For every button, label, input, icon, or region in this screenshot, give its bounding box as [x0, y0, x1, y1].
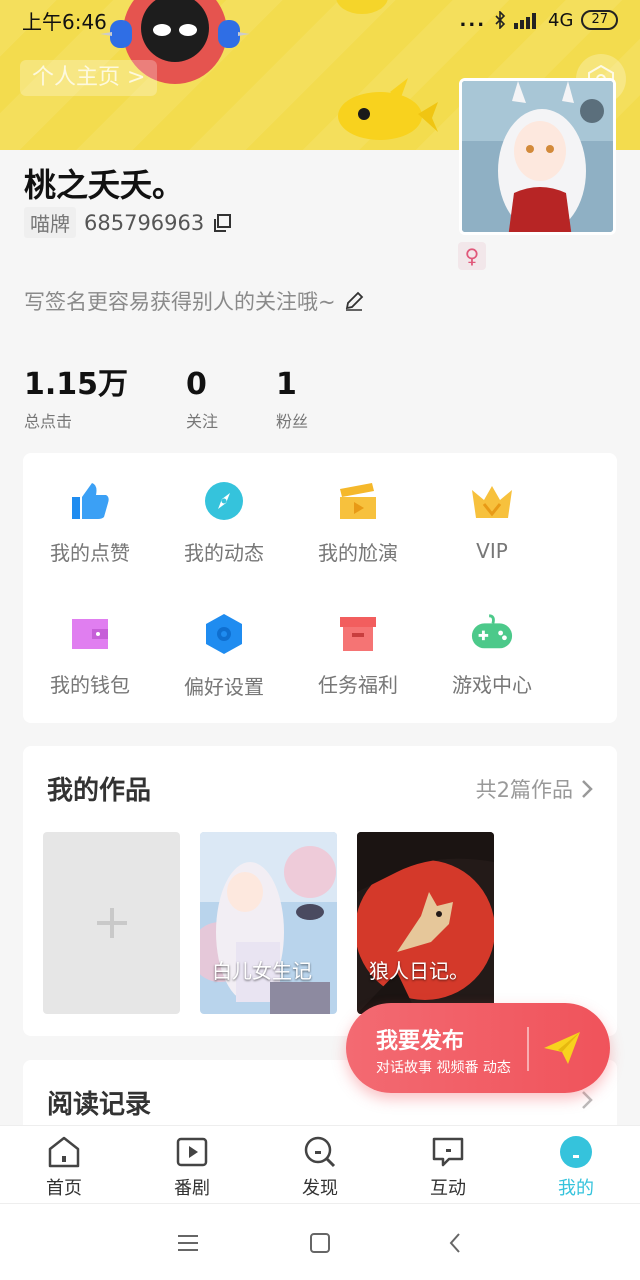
copy-icon[interactable]: [212, 213, 232, 233]
avatar[interactable]: [459, 78, 616, 235]
menu-my-performances[interactable]: 我的尬演: [291, 453, 425, 565]
bluetooth-icon: [495, 11, 506, 29]
work-cover-image: [357, 832, 494, 1014]
compass-icon: [202, 481, 246, 521]
reading-title: 阅读记录: [47, 1090, 152, 1120]
plus-icon: [96, 908, 127, 938]
crown-icon: [470, 481, 514, 523]
stat-following[interactable]: 0 关注: [186, 366, 218, 432]
menu-label: VIP: [476, 539, 508, 563]
work-cover-image: [200, 832, 337, 1014]
menu-label: 任务福利: [318, 673, 398, 697]
edit-pencil-icon[interactable]: [344, 291, 364, 311]
fish-mascot-image: [338, 78, 438, 140]
publish-button[interactable]: 我要发布 对话故事 视频番 动态: [346, 1003, 610, 1093]
stat-label: 总点击: [24, 412, 73, 431]
add-work-button[interactable]: [43, 832, 180, 1014]
menu-label: 游戏中心: [452, 673, 532, 697]
play-icon: [174, 1134, 210, 1170]
gender-symbol: ♀: [464, 244, 480, 268]
tab-discover[interactable]: 发现: [256, 1126, 384, 1203]
gamepad-icon: [470, 613, 514, 653]
wallet-icon: [68, 613, 112, 653]
publish-title: 我要发布: [376, 1029, 465, 1054]
menu-preferences[interactable]: 偏好设置: [157, 585, 291, 699]
tab-label: 首页: [46, 1178, 82, 1199]
uid-tag: 喵牌: [24, 207, 76, 238]
stat-total-clicks: 1.15万 总点击: [24, 366, 128, 432]
publish-subtitle: 对话故事 视频番 动态: [376, 1060, 511, 1076]
menu-label: 我的尬演: [318, 541, 398, 565]
tab-label: 番剧: [174, 1178, 210, 1199]
publish-divider: [527, 1027, 529, 1071]
works-count-link[interactable]: 共2篇作品: [476, 774, 593, 804]
work-title: 狼人日记。: [369, 959, 469, 983]
home-square-icon[interactable]: [307, 1230, 333, 1256]
stat-value: 1: [276, 367, 297, 402]
stat-value: 0: [186, 367, 207, 402]
menu-my-moments[interactable]: 我的动态: [157, 453, 291, 565]
stat-value: 1.15万: [24, 367, 129, 402]
back-icon[interactable]: [442, 1230, 468, 1256]
tab-label: 我的: [558, 1178, 594, 1199]
paper-plane-icon: [544, 1032, 580, 1064]
stat-label: 粉丝: [276, 412, 309, 431]
tab-label: 互动: [430, 1178, 466, 1199]
works-count: 共2篇作品: [475, 778, 573, 802]
user-nickname: 桃之夭夭。: [24, 166, 185, 204]
signal-icon: [514, 13, 537, 29]
notification-dots: ...: [459, 9, 487, 31]
signature-text: 写签名更容易获得别人的关注哦~: [24, 290, 336, 314]
chevron-right-icon: [582, 1091, 593, 1109]
personal-homepage-link[interactable]: 个人主页 >: [20, 60, 158, 96]
hexagon-gear-icon: [202, 613, 246, 655]
menu-game-center[interactable]: 游戏中心: [425, 585, 559, 697]
bottom-tab-bar: 首页 番剧 发现 互动 我的: [0, 1125, 640, 1203]
menu-vip[interactable]: VIP: [425, 453, 559, 563]
menu-label: 我的钱包: [50, 673, 130, 697]
me-icon: [558, 1134, 594, 1170]
chevron-right-icon: [582, 780, 593, 798]
stat-label: 关注: [186, 412, 219, 431]
user-id-row: 喵牌 685796963: [24, 207, 232, 238]
gift-box-icon: [336, 613, 380, 653]
battery-indicator: 27: [581, 10, 618, 30]
menu-my-likes[interactable]: 我的点赞: [23, 453, 157, 565]
feature-grid: 我的点赞 我的动态 我的尬演 VIP 我的钱包 偏好设置 任务福利 游戏中心: [23, 453, 617, 723]
system-navigation-bar: [0, 1203, 640, 1280]
status-time: 上午6:46: [22, 9, 107, 34]
menu-icon[interactable]: [175, 1230, 201, 1256]
status-bar: 上午6:46 ... 4G 27: [0, 0, 640, 40]
gender-female-icon: ♀: [458, 242, 486, 270]
tab-anime[interactable]: 番剧: [128, 1126, 256, 1203]
tab-label: 发现: [302, 1178, 338, 1199]
tab-home[interactable]: 首页: [0, 1126, 128, 1203]
menu-label: 偏好设置: [184, 675, 264, 699]
menu-label: 我的动态: [184, 541, 264, 565]
clapperboard-icon: [336, 481, 380, 521]
my-works-section: 我的作品 共2篇作品 白儿女生记 狼人日记。: [23, 746, 617, 1036]
message-icon: [430, 1134, 466, 1170]
stat-followers[interactable]: 1 粉丝: [276, 366, 308, 432]
signature-row[interactable]: 写签名更容易获得别人的关注哦~: [24, 286, 364, 316]
user-id: 685796963: [84, 210, 205, 235]
thumbs-up-icon: [68, 481, 112, 521]
menu-label: 我的点赞: [50, 541, 130, 565]
home-icon: [46, 1134, 82, 1170]
stats-row: 1.15万 总点击 0 关注 1 粉丝: [24, 366, 366, 432]
network-type: 4G: [548, 9, 574, 31]
menu-my-wallet[interactable]: 我的钱包: [23, 585, 157, 697]
menu-task-rewards[interactable]: 任务福利: [291, 585, 425, 697]
works-title: 我的作品: [47, 776, 152, 806]
tab-interaction[interactable]: 互动: [384, 1126, 512, 1203]
work-title: 白儿女生记: [212, 959, 312, 983]
work-card[interactable]: 狼人日记。: [357, 832, 494, 1014]
discover-icon: [302, 1134, 338, 1170]
work-card[interactable]: 白儿女生记: [200, 832, 337, 1014]
tab-me[interactable]: 我的: [512, 1126, 640, 1203]
